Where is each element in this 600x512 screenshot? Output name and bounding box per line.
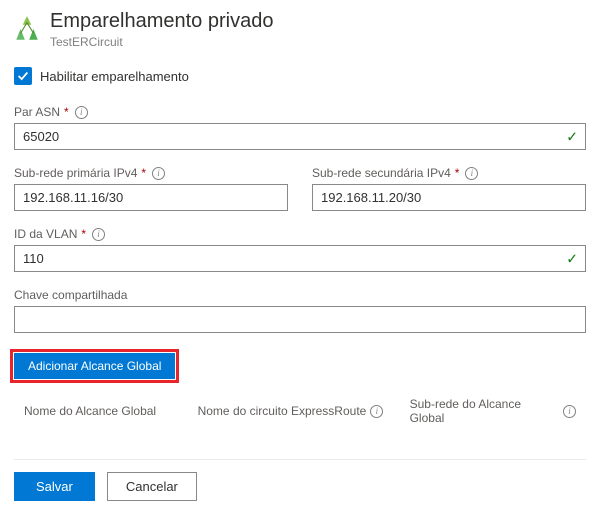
secondary-subnet-field: Sub-rede secundária IPv4 * i	[312, 166, 586, 211]
primary-subnet-label: Sub-rede primária IPv4	[14, 166, 137, 180]
info-icon[interactable]: i	[465, 167, 478, 180]
global-reach-table-header: Nome do Alcance Global Nome do circuito …	[14, 391, 586, 431]
primary-subnet-field: Sub-rede primária IPv4 * i	[14, 166, 288, 211]
cancel-button[interactable]: Cancelar	[107, 472, 197, 501]
required-mark: *	[64, 105, 69, 119]
info-icon[interactable]: i	[370, 405, 383, 418]
secondary-subnet-input[interactable]	[312, 184, 586, 211]
required-mark: *	[141, 166, 146, 180]
vlan-input[interactable]	[14, 245, 586, 272]
valid-check-icon: ✓	[566, 128, 578, 145]
valid-check-icon: ✓	[566, 250, 578, 267]
column-global-reach-name: Nome do Alcance Global	[24, 397, 178, 425]
shared-key-field: Chave compartilhada	[14, 288, 586, 333]
vlan-label: ID da VLAN	[14, 227, 77, 241]
shared-key-input[interactable]	[14, 306, 586, 333]
secondary-subnet-label: Sub-rede secundária IPv4	[312, 166, 451, 180]
info-icon[interactable]: i	[152, 167, 165, 180]
asn-label: Par ASN	[14, 105, 60, 119]
page-subtitle: TestERCircuit	[50, 35, 273, 49]
info-icon[interactable]: i	[92, 228, 105, 241]
shared-key-label: Chave compartilhada	[14, 288, 127, 302]
primary-subnet-input[interactable]	[14, 184, 288, 211]
vlan-field: ID da VLAN * i ✓	[14, 227, 586, 272]
asn-input[interactable]	[14, 123, 586, 150]
add-global-reach-button[interactable]: Adicionar Alcance Global	[14, 353, 175, 379]
enable-peering-label: Habilitar emparelhamento	[40, 69, 189, 84]
enable-peering-row: Habilitar emparelhamento	[14, 67, 586, 85]
page-header: Emparelhamento privado TestERCircuit	[14, 10, 586, 49]
required-mark: *	[455, 166, 460, 180]
divider	[14, 459, 586, 460]
peering-icon	[14, 14, 40, 44]
info-icon[interactable]: i	[563, 405, 576, 418]
column-subnet: Sub-rede do Alcance Global i	[410, 397, 576, 425]
footer-buttons: Salvar Cancelar	[14, 472, 586, 501]
enable-peering-checkbox[interactable]	[14, 67, 32, 85]
asn-field: Par ASN * i ✓	[14, 105, 586, 150]
page-title: Emparelhamento privado	[50, 10, 273, 33]
column-circuit-name: Nome do circuito ExpressRoute i	[198, 397, 390, 425]
info-icon[interactable]: i	[75, 106, 88, 119]
save-button[interactable]: Salvar	[14, 472, 95, 501]
required-mark: *	[81, 227, 86, 241]
